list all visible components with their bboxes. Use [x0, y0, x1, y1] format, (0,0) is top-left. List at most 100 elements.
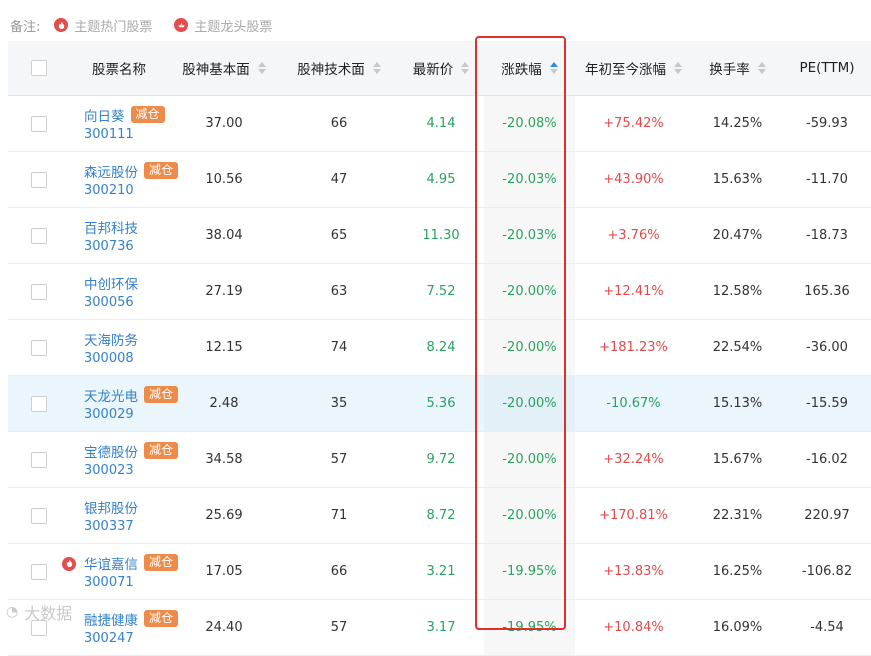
- turnover-rate: 15.13%: [692, 375, 783, 432]
- table-row[interactable]: 向日葵 减仓 300111 37.00 66 4.14 -20.08% +75.42% 14.2…: [8, 95, 871, 152]
- sort-icon[interactable]: [372, 62, 381, 74]
- row-checkbox[interactable]: [31, 115, 47, 132]
- stock-name-cell[interactable]: 宝德股份 减仓 300023: [70, 431, 179, 488]
- turnover-rate: 22.31%: [692, 487, 783, 544]
- row-select[interactable]: [8, 95, 70, 152]
- header-pe[interactable]: PE(TTM): [783, 41, 871, 96]
- stock-code-link[interactable]: 300111: [84, 126, 167, 144]
- change-percent: -20.08%: [484, 95, 575, 152]
- ytd-change: +170.81%: [575, 487, 692, 544]
- reduce-badge: 减仓: [144, 386, 179, 403]
- stock-name-cell[interactable]: 银邦股份 300337: [70, 487, 168, 544]
- table-row[interactable]: 中创环保 300056 27.19 63 7.52 -20.00% +12.41% 12.58…: [8, 263, 871, 320]
- legend-item-hot-label: 主题热门股票: [74, 19, 153, 35]
- turnover-rate: 15.67%: [692, 431, 783, 488]
- stock-code-link[interactable]: 300056: [84, 294, 167, 312]
- legend: 备注: 主题热门股票 主题龙头股票: [10, 14, 294, 36]
- header-technical[interactable]: 股神技术面: [280, 41, 398, 96]
- stock-name-link[interactable]: 百邦科技: [84, 217, 138, 237]
- row-select[interactable]: [8, 263, 70, 320]
- stock-name-cell[interactable]: 百邦科技 300736: [70, 207, 168, 264]
- technical-score: 74: [280, 319, 398, 376]
- table-row[interactable]: 银邦股份 300337 25.69 71 8.72 -20.00% +170.81% 22.3…: [8, 487, 871, 544]
- ytd-change: +3.76%: [575, 207, 692, 264]
- stock-name-link[interactable]: 中创环保: [84, 273, 138, 293]
- stock-name-cell[interactable]: 中创环保 300056: [70, 263, 168, 320]
- row-checkbox[interactable]: [31, 339, 47, 356]
- ytd-change: +10.84%: [575, 599, 692, 656]
- latest-price: 11.30: [398, 207, 484, 264]
- stock-code-link[interactable]: 300337: [84, 518, 167, 536]
- header-ytd[interactable]: 年初至今涨幅: [575, 41, 692, 96]
- table-row[interactable]: 华谊嘉信 减仓 300071 17.05 66 3.21 -19.95% +13.83% 16.…: [8, 543, 871, 600]
- table-row[interactable]: 宝德股份 减仓 300023 34.58 57 9.72 -20.00% +32.24% 15.…: [8, 431, 871, 488]
- stock-name-cell[interactable]: 森远股份 减仓 300210: [70, 151, 179, 208]
- table-row[interactable]: 天龙光电 减仓 300029 2.48 35 5.36 -20.00% -10.67% 15.1…: [8, 375, 871, 432]
- turnover-rate: 15.63%: [692, 151, 783, 208]
- header-change[interactable]: 涨跌幅: [484, 41, 575, 96]
- fundamental-score: 17.05: [168, 543, 280, 600]
- row-checkbox[interactable]: [31, 283, 47, 300]
- sort-icon[interactable]: [461, 62, 470, 74]
- stock-code-link[interactable]: 300210: [84, 182, 167, 200]
- stock-name-link[interactable]: 向日葵: [84, 105, 125, 125]
- table-row[interactable]: 融捷健康 减仓 300247 24.40 57 3.17 -19.95% +10.84% 16.…: [8, 599, 871, 656]
- header-fundamental[interactable]: 股神基本面: [168, 41, 280, 96]
- row-checkbox[interactable]: [31, 395, 47, 412]
- stock-code-link[interactable]: 300736: [84, 238, 167, 256]
- header-price[interactable]: 最新价: [398, 41, 484, 96]
- row-checkbox[interactable]: [31, 171, 47, 188]
- stock-code-link[interactable]: 300247: [84, 630, 167, 648]
- stock-code-link[interactable]: 300071: [84, 574, 167, 592]
- stock-name-cell[interactable]: 融捷健康 减仓 300247: [70, 599, 179, 656]
- technical-score: 35: [280, 375, 398, 432]
- row-checkbox[interactable]: [31, 563, 47, 580]
- stock-name-link[interactable]: 融捷健康: [84, 609, 138, 629]
- stock-name-cell[interactable]: 天龙光电 减仓 300029: [70, 375, 179, 432]
- sort-icon[interactable]: [757, 62, 766, 74]
- table-row[interactable]: 天海防务 300008 12.15 74 8.24 -20.00% +181.23% 22.5…: [8, 319, 871, 376]
- fundamental-score: 2.48: [168, 375, 280, 432]
- stock-name-link[interactable]: 银邦股份: [84, 497, 138, 517]
- stock-name-link[interactable]: 天海防务: [84, 329, 138, 349]
- stock-name-link[interactable]: 天龙光电: [84, 385, 138, 405]
- sort-active-icon[interactable]: [549, 62, 558, 74]
- reduce-badge: 减仓: [144, 162, 179, 179]
- row-select[interactable]: [8, 375, 70, 432]
- stock-code-link[interactable]: 300029: [84, 406, 167, 424]
- stock-code-link[interactable]: 300008: [84, 350, 167, 368]
- sort-icon[interactable]: [257, 62, 266, 74]
- stock-name-link[interactable]: 森远股份: [84, 161, 138, 181]
- row-checkbox[interactable]: [31, 227, 47, 244]
- turnover-rate: 16.09%: [692, 599, 783, 656]
- row-select[interactable]: [8, 151, 70, 208]
- stock-name-cell[interactable]: 华谊嘉信 减仓 300071: [62, 543, 179, 600]
- row-select[interactable]: [8, 207, 70, 264]
- technical-score: 57: [280, 599, 398, 656]
- row-select[interactable]: [8, 487, 70, 544]
- header-select-all[interactable]: [8, 41, 70, 96]
- latest-price: 3.17: [398, 599, 484, 656]
- stock-name-link[interactable]: 华谊嘉信: [84, 553, 138, 573]
- table-row[interactable]: 百邦科技 300736 38.04 65 11.30 -20.03% +3.76% 20.47…: [8, 207, 871, 264]
- legend-label: 备注:: [10, 19, 41, 35]
- flame-hot-icon: [62, 556, 76, 571]
- stock-name-cell[interactable]: 向日葵 减仓 300111: [70, 95, 168, 152]
- header-change-label: 涨跌幅: [501, 62, 542, 78]
- select-all-checkbox[interactable]: [31, 60, 47, 76]
- stock-name-cell[interactable]: 天海防务 300008: [70, 319, 168, 376]
- row-checkbox[interactable]: [31, 451, 47, 468]
- row-checkbox[interactable]: [31, 507, 47, 524]
- row-select[interactable]: [8, 543, 70, 600]
- table-row[interactable]: 森远股份 减仓 300210 10.56 47 4.95 -20.03% +43.90% 15.…: [8, 151, 871, 208]
- stock-code-link[interactable]: 300023: [84, 462, 167, 480]
- row-select[interactable]: [8, 431, 70, 488]
- reduce-badge: 减仓: [130, 106, 165, 123]
- fundamental-score: 12.15: [168, 319, 280, 376]
- header-turnover[interactable]: 换手率: [692, 41, 783, 96]
- pe-ttm: -106.82: [783, 543, 871, 600]
- row-select[interactable]: [8, 319, 70, 376]
- stock-name-link[interactable]: 宝德股份: [84, 441, 138, 461]
- sort-icon[interactable]: [674, 62, 682, 74]
- header-price-label: 最新价: [412, 62, 454, 78]
